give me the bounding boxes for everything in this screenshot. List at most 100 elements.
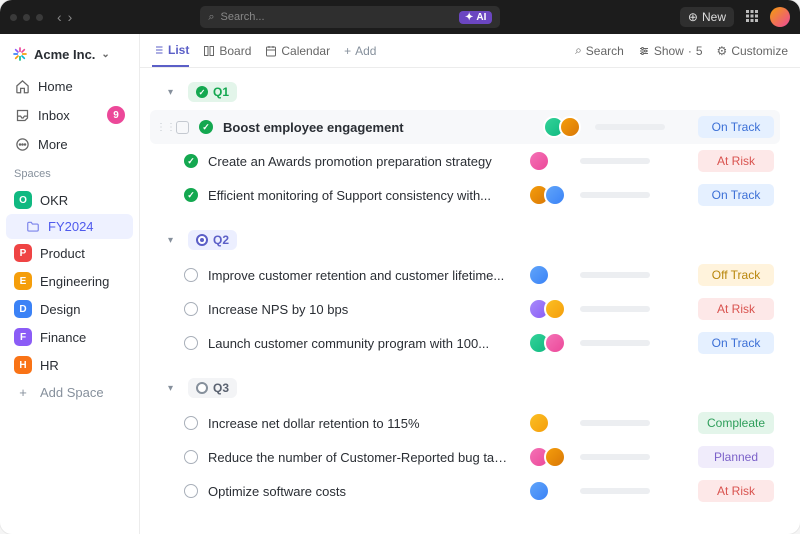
task-title: Optimize software costs (208, 484, 518, 499)
assignee-avatar[interactable] (544, 184, 566, 206)
workspace-switcher[interactable]: Acme Inc. ⌄ (6, 42, 133, 66)
plus-icon: + (344, 44, 351, 58)
task-row[interactable]: Optimize software costs At Risk (150, 474, 780, 508)
task-status-icon[interactable] (199, 120, 213, 134)
inbox-badge: 9 (107, 106, 125, 124)
status-tag[interactable]: At Risk (698, 298, 774, 320)
progress (580, 340, 656, 346)
sidebar-space-okr[interactable]: OOKR (6, 186, 133, 214)
ai-button[interactable]: ✦ AI (459, 11, 492, 24)
sidebar-space-engineering[interactable]: E Engineering (6, 267, 133, 295)
task-status-icon[interactable] (184, 450, 198, 464)
space-badge: H (14, 356, 32, 374)
task-row[interactable]: Create an Awards promotion preparation s… (150, 144, 780, 178)
sidebar-item-label: Inbox (38, 108, 70, 123)
status-tag[interactable]: On Track (698, 332, 774, 354)
new-button[interactable]: ⊕ New (680, 7, 734, 27)
status-tag[interactable]: At Risk (698, 480, 774, 502)
view-toolbar: List Board Calendar + Add ⌕ Sea (140, 34, 800, 68)
assignee-avatar[interactable] (528, 480, 550, 502)
window-controls[interactable] (10, 14, 43, 21)
status-tag[interactable]: Compleate (698, 412, 774, 434)
task-row[interactable]: Increase NPS by 10 bps At Risk (150, 292, 780, 326)
task-checkbox[interactable] (176, 121, 189, 134)
space-badge: E (14, 272, 32, 290)
status-tag[interactable]: On Track (698, 116, 774, 138)
search-button[interactable]: ⌕ Search (575, 43, 624, 58)
task-title: Launch customer community program with 1… (208, 336, 518, 351)
assignee-avatar[interactable] (528, 264, 550, 286)
more-icon (14, 136, 30, 152)
space-badge: P (14, 244, 32, 262)
task-status-icon[interactable] (184, 336, 198, 350)
status-tag[interactable]: Off Track (698, 264, 774, 286)
assignee-avatar[interactable] (544, 332, 566, 354)
add-view-button[interactable]: + Add (344, 36, 376, 66)
sidebar: Acme Inc. ⌄ Home Inbox 9 More Spaces OOK… (0, 34, 140, 534)
task-row[interactable]: Launch customer community program with 1… (150, 326, 780, 360)
view-tab-board[interactable]: Board (203, 36, 251, 66)
apps-icon[interactable] (746, 10, 758, 25)
space-label: Finance (40, 330, 86, 345)
space-label: Product (40, 246, 85, 261)
progress (580, 192, 656, 198)
status-tag[interactable]: Planned (698, 446, 774, 468)
task-status-icon[interactable] (184, 188, 198, 202)
group-header-q1[interactable]: ▾Q1 (150, 78, 780, 110)
space-label: Engineering (40, 274, 109, 289)
view-tab-list[interactable]: List (152, 35, 189, 67)
progress (580, 488, 656, 494)
view-tab-calendar[interactable]: Calendar (265, 36, 330, 66)
progress (580, 158, 656, 164)
sidebar-space-finance[interactable]: FFinance (6, 323, 133, 351)
add-space-button[interactable]: + Add Space (6, 379, 133, 406)
group-header-q3[interactable]: ▾Q3 (150, 374, 780, 406)
assignee-avatar[interactable] (544, 298, 566, 320)
group-header-q2[interactable]: ▾Q2 (150, 226, 780, 258)
task-row[interactable]: Increase net dollar retention to 115%Com… (150, 406, 780, 440)
sidebar-item-home[interactable]: Home (6, 72, 133, 100)
assignees (528, 480, 570, 502)
assignee-avatar[interactable] (559, 116, 581, 138)
sidebar-item-inbox[interactable]: Inbox 9 (6, 100, 133, 130)
drag-handle-icon[interactable]: ⋮⋮ (156, 122, 166, 133)
sidebar-space-design[interactable]: DDesign (6, 295, 133, 323)
user-avatar[interactable] (770, 7, 790, 27)
assignees (528, 150, 570, 172)
status-icon (196, 234, 208, 246)
global-search[interactable]: ⌕ Search... ✦ AI (200, 6, 500, 28)
task-status-icon[interactable] (184, 416, 198, 430)
task-status-icon[interactable] (184, 154, 198, 168)
assignee-avatar[interactable] (528, 412, 550, 434)
search-icon: ⌕ (208, 11, 214, 24)
sidebar-space-product[interactable]: P Product (6, 239, 133, 267)
task-status-icon[interactable] (184, 268, 198, 282)
nav-back-icon[interactable]: ‹ (57, 9, 62, 25)
task-status-icon[interactable] (184, 302, 198, 316)
show-button[interactable]: Show · 5 (638, 44, 703, 58)
workspace-name: Acme Inc. (34, 47, 95, 62)
nav-forward-icon[interactable]: › (68, 9, 73, 25)
status-tag[interactable]: At Risk (698, 150, 774, 172)
task-title: Improve customer retention and customer … (208, 268, 518, 283)
sidebar-item-label: More (38, 137, 68, 152)
sidebar-item-more[interactable]: More (6, 130, 133, 158)
status-tag[interactable]: On Track (698, 184, 774, 206)
folder-label: FY2024 (48, 219, 94, 234)
task-status-icon[interactable] (184, 484, 198, 498)
task-title: Increase NPS by 10 bps (208, 302, 518, 317)
sidebar-folder-fy2024[interactable]: FY2024 (6, 214, 133, 239)
progress (580, 306, 656, 312)
task-row[interactable]: Reduce the number of Customer-Reported b… (150, 440, 780, 474)
task-title: Boost employee engagement (223, 120, 533, 135)
space-label: HR (40, 358, 59, 373)
customize-button[interactable]: ⚙ Customize (717, 44, 788, 58)
assignee-avatar[interactable] (528, 150, 550, 172)
space-badge: O (14, 191, 32, 209)
assignee-avatar[interactable] (544, 446, 566, 468)
task-row[interactable]: Efficient monitoring of Support consiste… (150, 178, 780, 212)
sidebar-space-hr[interactable]: H HR (6, 351, 133, 379)
task-row[interactable]: Improve customer retention and customer … (150, 258, 780, 292)
task-row[interactable]: ⋮⋮ Boost employee engagement On Track (150, 110, 780, 144)
search-placeholder: Search... (221, 11, 265, 23)
